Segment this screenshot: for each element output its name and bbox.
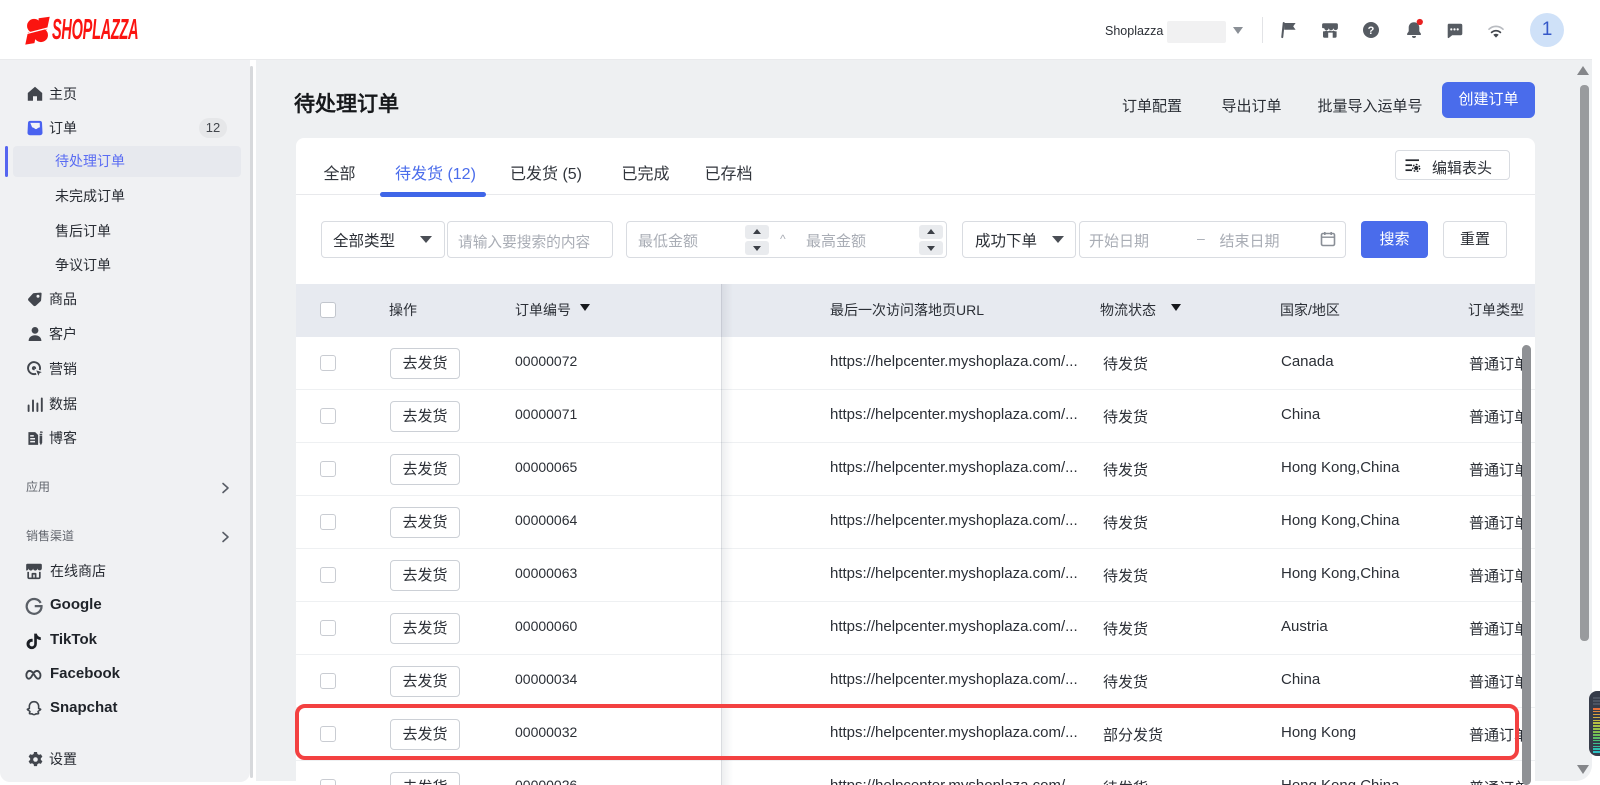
svg-text:?: ? xyxy=(1368,25,1375,37)
